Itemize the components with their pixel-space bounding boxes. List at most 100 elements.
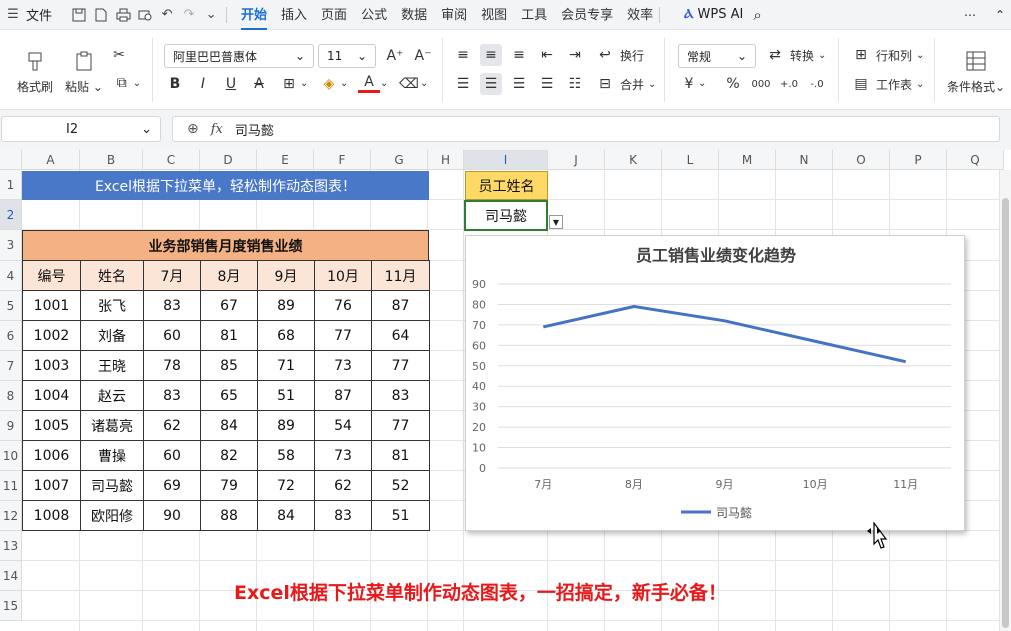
table-cell[interactable]: 68 xyxy=(257,320,315,351)
scrollbar-thumb[interactable] xyxy=(1002,198,1009,628)
table-cell[interactable]: 1002 xyxy=(22,320,81,351)
column-header-e[interactable]: E xyxy=(257,150,314,170)
column-header-i[interactable]: I xyxy=(464,150,548,170)
table-cell[interactable]: 89 xyxy=(257,290,315,321)
paste-button[interactable]: 粘贴 ⌄ xyxy=(62,40,106,102)
table-cell[interactable]: 90 xyxy=(143,500,201,531)
table-cell[interactable]: 52 xyxy=(371,470,430,501)
table-cell[interactable]: 77 xyxy=(371,350,430,381)
save-icon[interactable] xyxy=(70,6,88,24)
tab-page[interactable]: 页面 xyxy=(321,0,347,30)
table-cell[interactable]: 72 xyxy=(257,470,315,501)
redo-icon[interactable]: ↷ xyxy=(180,6,198,24)
select-all-corner[interactable] xyxy=(0,150,22,170)
employee-name-label-cell[interactable]: 员工姓名 xyxy=(465,171,548,200)
employee-name-dropdown-cell[interactable]: 司马懿 xyxy=(464,200,548,231)
column-header-j[interactable]: J xyxy=(548,150,605,170)
bold-button[interactable]: B xyxy=(164,73,186,95)
align-top-icon[interactable]: ≡ xyxy=(452,44,474,66)
table-cell[interactable]: 65 xyxy=(200,380,258,411)
table-cell[interactable]: 73 xyxy=(314,350,372,381)
underline-button[interactable]: U xyxy=(220,73,242,95)
table-cell[interactable]: 62 xyxy=(314,470,372,501)
tab-formulas[interactable]: 公式 xyxy=(361,0,387,30)
table-cell[interactable]: 82 xyxy=(200,440,258,471)
decrease-font-icon[interactable]: A⁻ xyxy=(412,45,434,67)
increase-font-icon[interactable]: A⁺ xyxy=(384,45,406,67)
number-format-select[interactable]: 常规 ⌄ xyxy=(678,44,756,68)
tab-efficiency[interactable]: 效率 xyxy=(627,0,653,30)
column-header-p[interactable]: P xyxy=(890,150,947,170)
chevron-down-icon[interactable]: ⌄ xyxy=(202,6,220,24)
table-cell[interactable]: 51 xyxy=(257,380,315,411)
column-header-c[interactable]: C xyxy=(143,150,200,170)
copy-button[interactable]: ⧉ ⌄ xyxy=(106,72,146,94)
justify-icon[interactable]: ☰ xyxy=(536,73,558,95)
tab-review[interactable]: 审阅 xyxy=(441,0,467,30)
print-icon[interactable] xyxy=(114,6,132,24)
increase-decimal-button[interactable]: +.0 xyxy=(778,73,800,95)
row-header-6[interactable]: 6 xyxy=(0,321,22,351)
cut-button[interactable]: ✂ xyxy=(106,44,132,66)
table-cell[interactable]: 1006 xyxy=(22,440,81,471)
column-header-n[interactable]: N xyxy=(776,150,833,170)
banner-cell[interactable]: Excel根据下拉菜单，轻松制作动态图表！ xyxy=(22,171,429,200)
table-cell[interactable]: 88 xyxy=(200,500,258,531)
chevron-down-icon[interactable]: ⌄ xyxy=(380,78,388,89)
table-cell[interactable]: 64 xyxy=(371,320,430,351)
increase-indent-icon[interactable]: ⇥ xyxy=(564,44,586,66)
row-header-4[interactable]: 4 xyxy=(0,261,22,291)
undo-icon[interactable]: ↶ xyxy=(158,6,176,24)
column-header-b[interactable]: B xyxy=(80,150,143,170)
table-cell[interactable]: 83 xyxy=(143,380,201,411)
search-icon[interactable]: ⌕ xyxy=(753,6,761,24)
line-chart[interactable]: 员工销售业绩变化趋势 0 10 20 30 40 50 60 70 80 90 7月 8月 9月 10月… xyxy=(465,235,965,531)
tab-home[interactable]: 开始 xyxy=(241,0,268,30)
table-cell[interactable]: 1005 xyxy=(22,410,81,441)
tab-view[interactable]: 视图 xyxy=(481,0,507,30)
table-cell[interactable]: 81 xyxy=(371,440,430,471)
column-header-m[interactable]: M xyxy=(719,150,776,170)
decrease-decimal-button[interactable]: -.0 xyxy=(806,73,828,95)
spreadsheet-grid[interactable]: ABCDEFGHIJKLMNOPQ 1 2 3 4 5 6 7 8 9 10 11 12 13 14 15 … xyxy=(0,150,1011,631)
column-header-a[interactable]: A xyxy=(22,150,80,170)
table-cell[interactable]: 83 xyxy=(371,380,430,411)
name-box[interactable]: I2 ⌄ xyxy=(1,116,161,142)
table-cell[interactable]: 83 xyxy=(314,500,372,531)
row-header-7[interactable]: 7 xyxy=(0,351,22,381)
decrease-indent-icon[interactable]: ⇤ xyxy=(536,44,558,66)
collapse-ribbon-icon[interactable]: ⌃ xyxy=(989,4,1011,26)
merge-button[interactable]: ⊟ 合并 ⌄ xyxy=(594,73,656,95)
table-cell[interactable]: 62 xyxy=(143,410,201,441)
table-cell[interactable]: 89 xyxy=(257,410,315,441)
table-cell[interactable]: 60 xyxy=(143,320,201,351)
column-header-g[interactable]: G xyxy=(371,150,428,170)
table-cell[interactable]: 84 xyxy=(257,500,315,531)
fill-color-icon[interactable]: ◈ xyxy=(318,73,340,95)
print-preview-icon[interactable] xyxy=(136,6,154,24)
table-cell[interactable]: 79 xyxy=(200,470,258,501)
row-header-15[interactable]: 15 xyxy=(0,591,22,621)
table-cell[interactable]: 1003 xyxy=(22,350,81,381)
border-icon[interactable]: ⊞ xyxy=(278,73,300,95)
font-color-button[interactable]: A xyxy=(358,73,380,93)
thousands-button[interactable]: 000 xyxy=(750,73,772,95)
formula-input[interactable]: ⊕ fx 司马懿 xyxy=(172,116,1000,142)
table-header-cell[interactable]: 8月 xyxy=(200,260,258,291)
table-cell[interactable]: 58 xyxy=(257,440,315,471)
italic-button[interactable]: I xyxy=(192,73,214,95)
table-header-cell[interactable]: 11月 xyxy=(371,260,430,291)
worksheet-button[interactable]: ▤ 工作表 ⌄ xyxy=(850,73,924,95)
strikethrough-button[interactable]: A xyxy=(248,73,270,95)
align-middle-icon[interactable]: ≡ xyxy=(480,44,502,66)
table-cell[interactable]: 78 xyxy=(143,350,201,381)
zoom-icon[interactable]: ⊕ xyxy=(187,121,199,137)
table-cell[interactable]: 1007 xyxy=(22,470,81,501)
chevron-down-icon[interactable]: ⌄ xyxy=(300,78,308,89)
vertical-scrollbar[interactable] xyxy=(999,170,1011,631)
table-cell[interactable]: 77 xyxy=(371,410,430,441)
wps-ai-button[interactable]: Ⲁ WPS AI xyxy=(684,7,743,22)
font-size-select[interactable]: 11 ⌄ xyxy=(318,44,376,68)
table-header-cell[interactable]: 9月 xyxy=(257,260,315,291)
fx-icon[interactable]: fx xyxy=(211,122,223,137)
